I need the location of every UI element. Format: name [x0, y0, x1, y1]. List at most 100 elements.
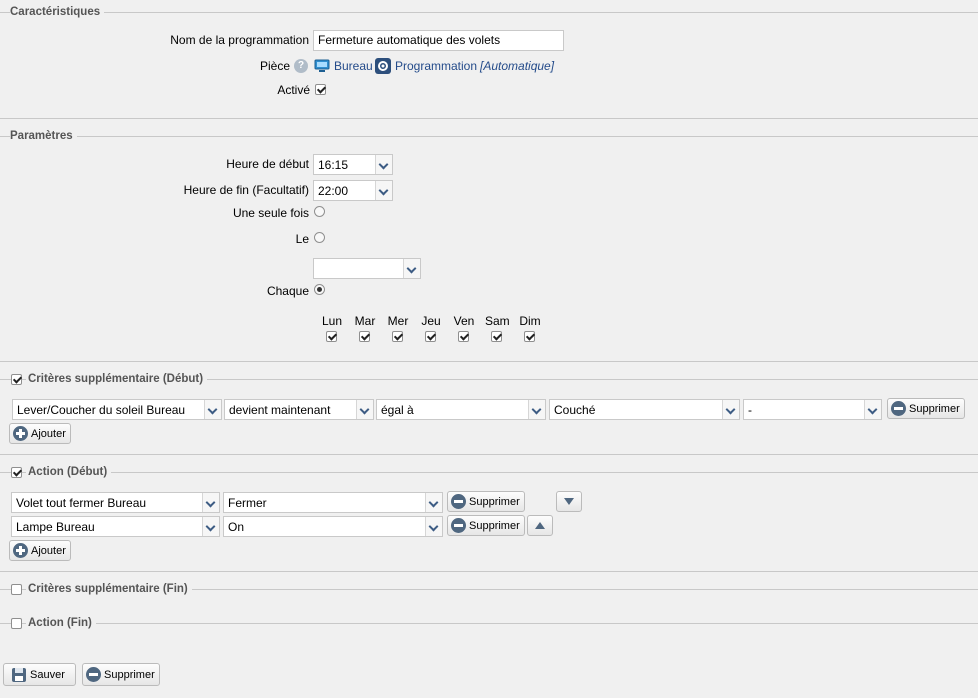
section-divider [0, 361, 978, 362]
action-delete-button[interactable]: Supprimer [447, 515, 525, 536]
day-label-dim: Dim [519, 314, 541, 328]
chevron-down-icon[interactable] [528, 400, 545, 419]
action-command-value: On [228, 520, 245, 534]
action-command-value: Fermer [228, 496, 267, 510]
on-date-radio[interactable] [314, 232, 325, 243]
once-label: Une seule fois [232, 206, 309, 220]
section-divider [0, 136, 978, 137]
section-title-action-debut: Action (Début) [26, 466, 112, 478]
section-title-parametres: Paramètres [10, 130, 77, 142]
end-time-value: 22:00 [318, 184, 349, 198]
chevron-down-icon[interactable] [722, 400, 739, 419]
move-up-button[interactable] [527, 515, 553, 536]
day-label-lun: Lun [321, 314, 343, 328]
help-icon[interactable]: ? [294, 59, 308, 73]
day-checkbox-jeu[interactable] [425, 331, 436, 342]
delete-label: Supprimer [104, 669, 155, 681]
programmation-link[interactable]: Programmation [395, 59, 477, 73]
criteria-device-select[interactable]: Lever/Coucher du soleil Bureau [12, 399, 222, 420]
save-button[interactable]: Sauver [3, 663, 76, 686]
chevron-down-icon[interactable] [356, 400, 373, 419]
programmation-type: [Automatique] [480, 59, 555, 73]
day-label-mer: Mer [387, 314, 409, 328]
criteria-value-select[interactable]: Couché [549, 399, 740, 420]
active-label: Activé [277, 83, 310, 97]
on-date-label: Le [295, 232, 309, 246]
move-down-button[interactable] [556, 491, 582, 512]
section-divider [0, 472, 978, 473]
action-device-value: Volet tout fermer Bureau [16, 496, 147, 510]
action-debut-checkbox[interactable] [11, 467, 22, 478]
plus-circle-icon [13, 543, 28, 558]
action-delete-button[interactable]: Supprimer [447, 491, 525, 512]
criteria-device-value: Lever/Coucher du soleil Bureau [17, 403, 186, 417]
action-device-value: Lampe Bureau [16, 520, 95, 534]
minus-circle-icon [891, 401, 906, 416]
on-date-select[interactable] [313, 258, 421, 279]
start-time-select[interactable]: 16:15 [313, 154, 393, 175]
day-label-ven: Ven [453, 314, 475, 328]
criteria-add-label: Ajouter [31, 428, 66, 440]
chevron-down-icon[interactable] [204, 400, 221, 419]
day-checkbox-ven[interactable] [458, 331, 469, 342]
action-add-button[interactable]: Ajouter [9, 540, 71, 561]
section-divider [0, 12, 978, 13]
section-divider [0, 571, 978, 572]
action-command-select[interactable]: On [223, 516, 443, 537]
end-time-select[interactable]: 22:00 [313, 180, 393, 201]
once-radio[interactable] [314, 206, 325, 217]
action-add-label: Ajouter [31, 545, 66, 557]
day-checkbox-mar[interactable] [359, 331, 370, 342]
start-time-label: Heure de début [226, 157, 309, 171]
day-checkbox-sam[interactable] [491, 331, 502, 342]
programmation-name-input[interactable]: Fermeture automatique des volets [313, 30, 564, 51]
minus-circle-icon [451, 494, 466, 509]
criteria-condition-select[interactable]: devient maintenant [224, 399, 374, 420]
plus-circle-icon [13, 426, 28, 441]
action-device-select[interactable]: Lampe Bureau [11, 516, 220, 537]
section-title-criteres-debut: Critères supplémentaire (Début) [26, 373, 208, 385]
criteria-delete-label: Supprimer [909, 403, 960, 415]
chevron-down-icon[interactable] [202, 517, 219, 536]
criteria-value-value: Couché [554, 403, 596, 417]
end-time-label: Heure de fin (Facultatif) [183, 183, 309, 197]
criteria-extra-value: - [748, 403, 752, 417]
criteres-debut-checkbox[interactable] [11, 374, 22, 385]
minus-circle-icon [86, 667, 101, 682]
day-checkbox-lun[interactable] [326, 331, 337, 342]
name-label: Nom de la programmation [170, 33, 309, 47]
day-checkbox-mer[interactable] [392, 331, 403, 342]
criteria-delete-button[interactable]: Supprimer [887, 398, 965, 419]
day-label-jeu: Jeu [421, 314, 441, 328]
action-command-select[interactable]: Fermer [223, 492, 443, 513]
criteria-add-button[interactable]: Ajouter [9, 423, 71, 444]
section-title-caracteristiques: Caractéristiques [10, 6, 105, 18]
criteria-condition-value: devient maintenant [229, 403, 331, 417]
each-radio[interactable] [314, 284, 325, 295]
section-divider [0, 623, 978, 624]
floppy-disk-icon [11, 667, 27, 683]
criteria-extra-select[interactable]: - [743, 399, 882, 420]
action-device-select[interactable]: Volet tout fermer Bureau [11, 492, 220, 513]
criteria-operator-select[interactable]: égal à [376, 399, 546, 420]
computer-icon [314, 59, 330, 73]
chevron-down-icon[interactable] [403, 259, 420, 278]
action-fin-checkbox[interactable] [11, 618, 22, 629]
chevron-down-icon[interactable] [375, 155, 392, 174]
minus-circle-icon [451, 518, 466, 533]
room-link-bureau[interactable]: Bureau [334, 59, 373, 73]
chevron-down-icon[interactable] [864, 400, 881, 419]
start-time-value: 16:15 [318, 158, 349, 172]
chevron-down-icon[interactable] [202, 493, 219, 512]
save-label: Sauver [30, 669, 65, 681]
delete-programmation-button[interactable]: Supprimer [82, 663, 160, 686]
each-label: Chaque [266, 284, 309, 298]
criteres-fin-checkbox[interactable] [11, 584, 22, 595]
active-checkbox[interactable] [315, 84, 326, 95]
chevron-down-icon[interactable] [425, 493, 442, 512]
room-label: Pièce [259, 59, 290, 73]
chevron-down-icon[interactable] [425, 517, 442, 536]
chevron-down-icon[interactable] [375, 181, 392, 200]
action-delete-label: Supprimer [469, 496, 520, 508]
day-checkbox-dim[interactable] [524, 331, 535, 342]
